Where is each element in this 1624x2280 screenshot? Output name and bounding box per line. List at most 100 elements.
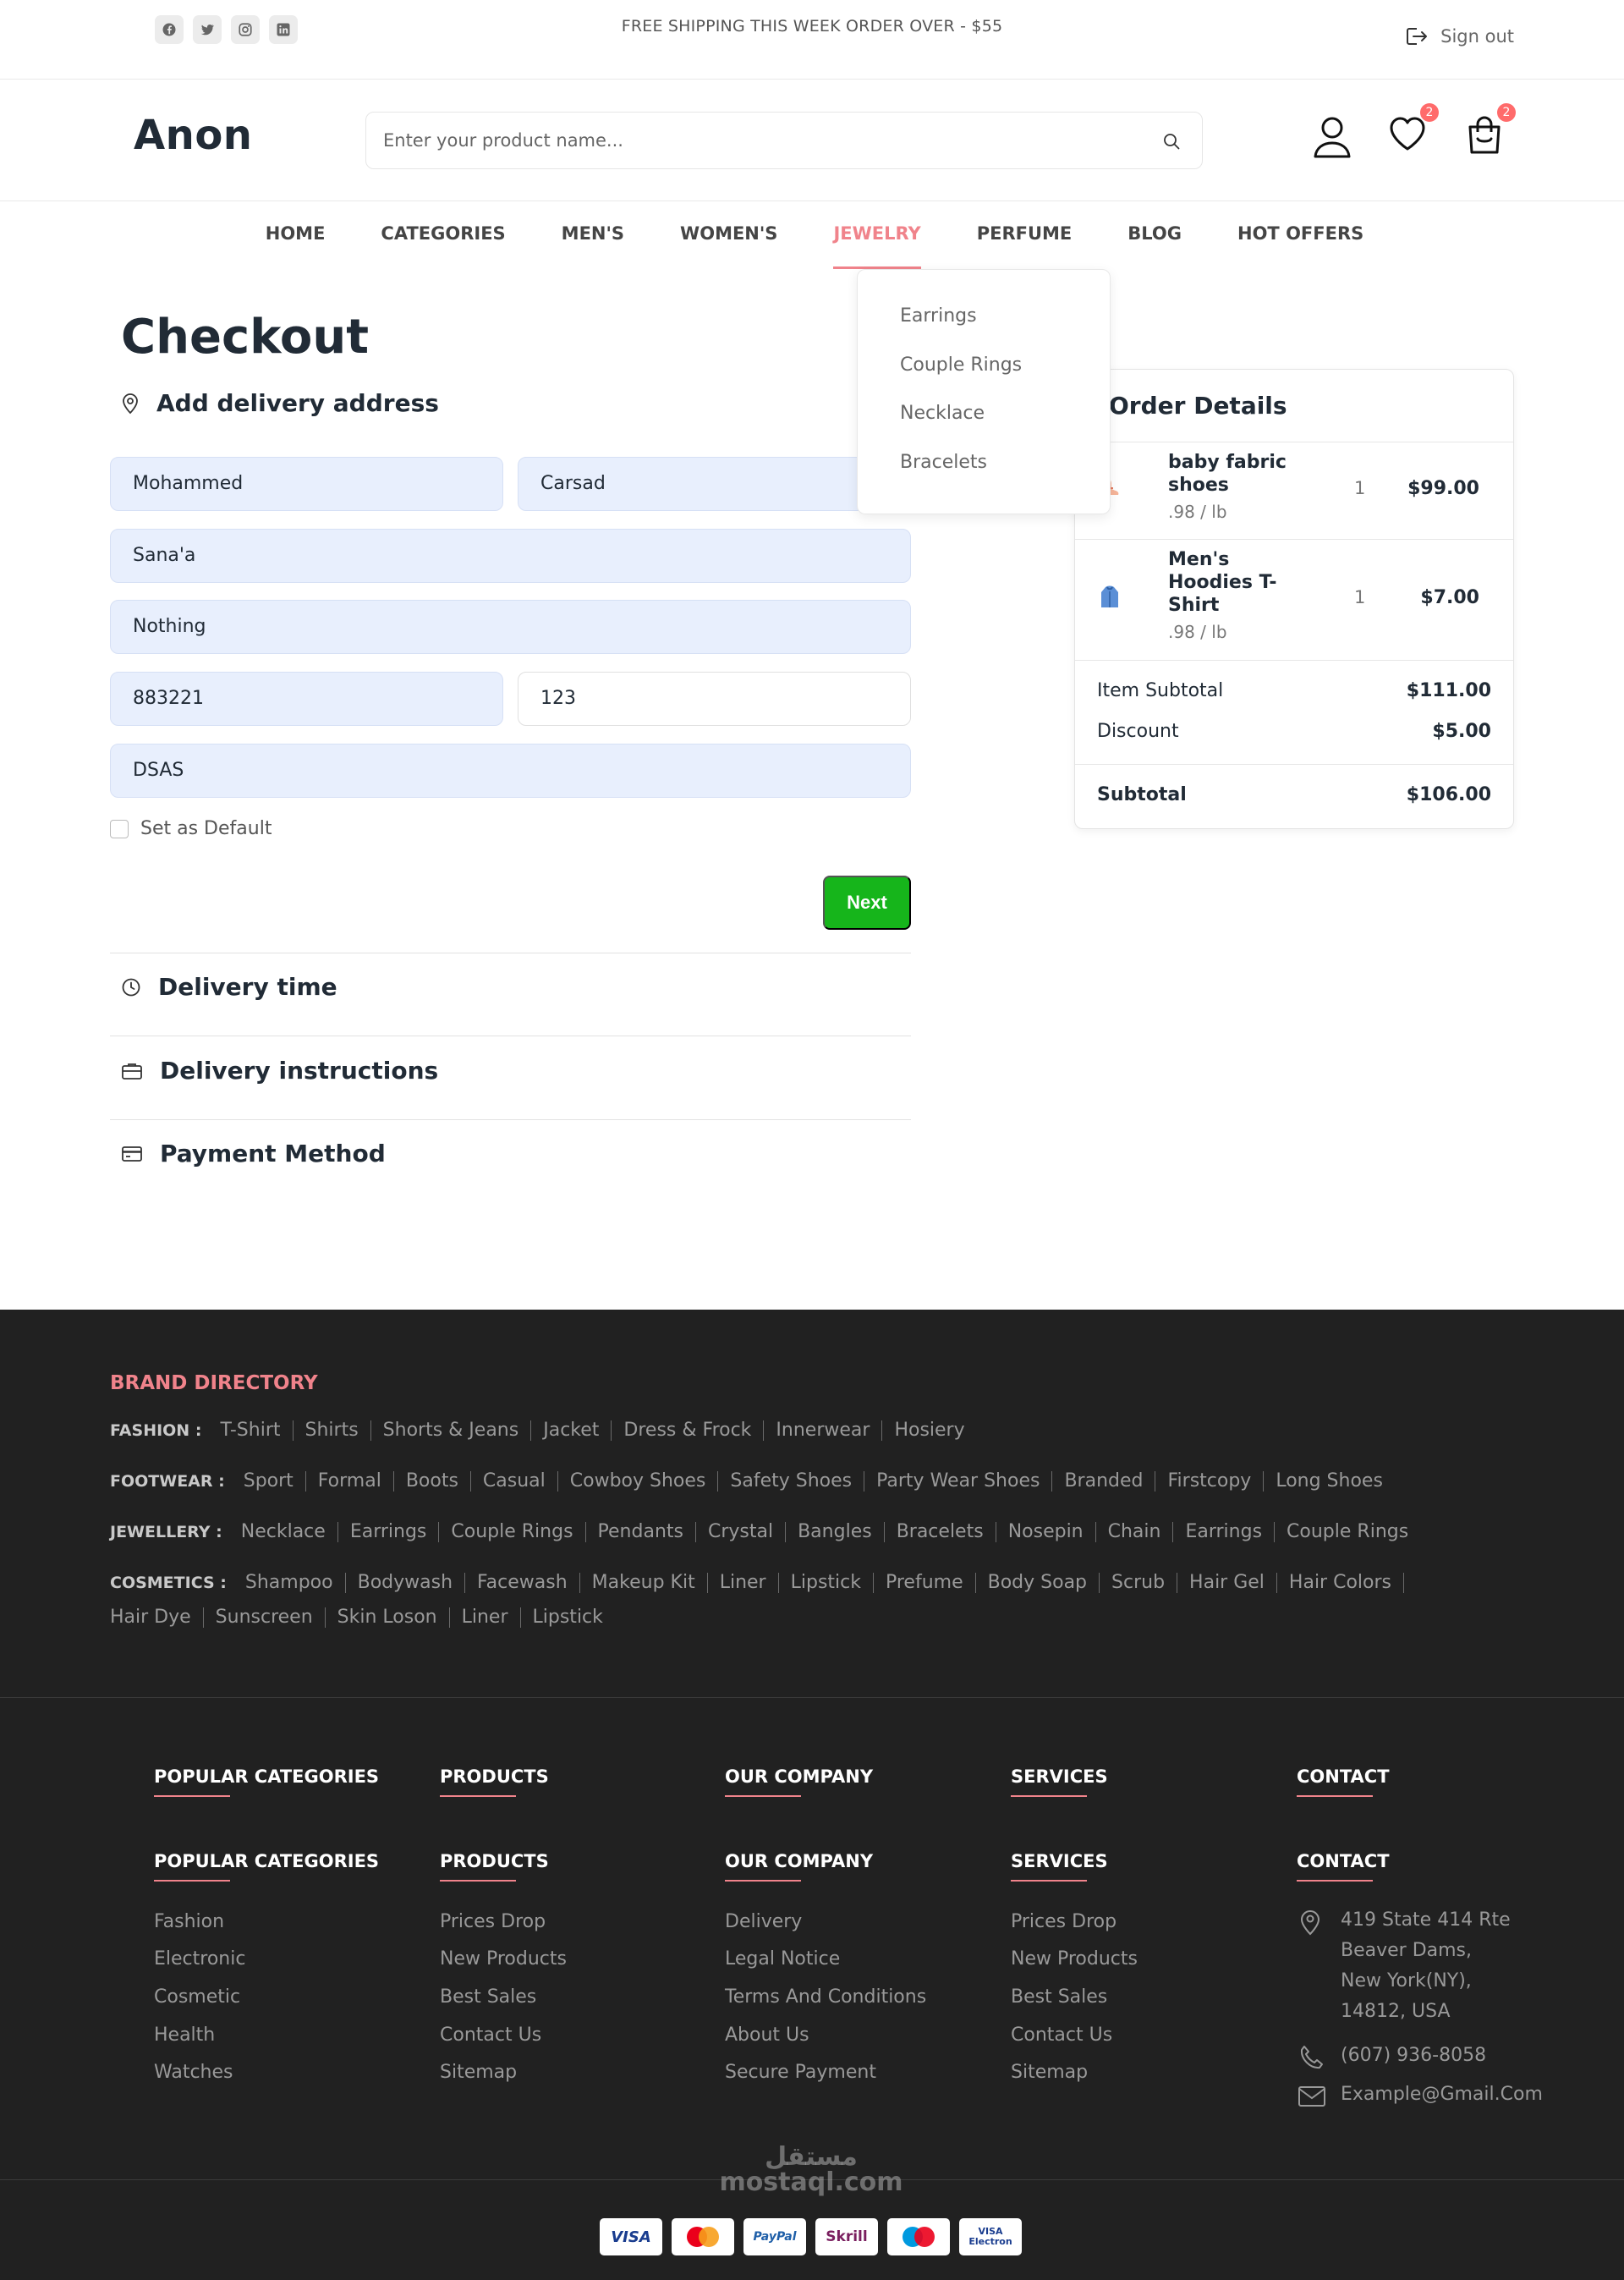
cart-button[interactable]: 2 (1465, 103, 1516, 156)
footer-link[interactable]: Prices Drop (1011, 1911, 1116, 1932)
footer-link[interactable]: New Products (440, 1948, 567, 1970)
city-field[interactable]: Sana'a (110, 529, 911, 583)
brand-link[interactable]: T-Shirt (220, 1420, 294, 1441)
brand-link[interactable]: Scrub (1100, 1573, 1178, 1593)
footer-link[interactable]: Watches (154, 2062, 233, 2083)
additional-info-field[interactable]: DSAS (110, 744, 911, 798)
brand-link[interactable]: Safety Shoes (718, 1471, 865, 1492)
brand-link[interactable]: Nosepin (996, 1522, 1096, 1542)
footer-link[interactable]: Prices Drop (440, 1911, 546, 1932)
item-price: $7.00 (1420, 587, 1479, 608)
brand-link[interactable]: Pendants (586, 1522, 696, 1542)
brand-link[interactable]: Hair Dye (110, 1607, 204, 1628)
contact-email[interactable]: Example@Gmail.Com (1341, 2079, 1543, 2110)
payment-method-section[interactable]: Payment Method (121, 1140, 386, 1167)
footer-link[interactable]: Best Sales (1011, 1986, 1107, 2008)
brand-link[interactable]: Party Wear Shoes (864, 1471, 1053, 1492)
set-default-row[interactable]: Set as Default (110, 818, 272, 839)
search-input[interactable] (383, 113, 1144, 168)
footer-link[interactable]: New Products (1011, 1948, 1138, 1970)
brand-link[interactable]: Hair Colors (1277, 1573, 1404, 1593)
brand-link[interactable]: Facewash (465, 1573, 580, 1593)
address-field[interactable]: Nothing (110, 600, 911, 654)
last-name-field[interactable]: Carsad (518, 457, 911, 511)
footer-link[interactable]: Secure Payment (725, 2062, 876, 2083)
zip-code-field[interactable]: 883221 (110, 672, 503, 726)
building-number-field[interactable]: 123 (518, 672, 911, 726)
brand-link[interactable]: Lipstick (521, 1607, 615, 1628)
page-title: Checkout (121, 310, 369, 365)
brand-link[interactable]: Shorts & Jeans (371, 1420, 532, 1441)
first-name-field[interactable]: Mohammed (110, 457, 503, 511)
footer-link[interactable]: Best Sales (440, 1986, 536, 2008)
brand-link[interactable]: Chain (1096, 1522, 1174, 1542)
footer-link[interactable]: Delivery (725, 1911, 802, 1932)
brand-link[interactable]: Casual (471, 1471, 558, 1492)
brand-link[interactable]: Liner (450, 1607, 521, 1628)
brand-link[interactable]: Jacket (531, 1420, 612, 1441)
nav-home[interactable]: HOME (266, 201, 326, 269)
wishlist-button[interactable]: 2 (1388, 103, 1439, 152)
set-default-checkbox[interactable] (110, 819, 129, 838)
brand-link[interactable]: Shirts (294, 1420, 371, 1441)
brand-link[interactable]: Hair Gel (1177, 1573, 1277, 1593)
delivery-instructions-section[interactable]: Delivery instructions (121, 1057, 438, 1085)
footer-link[interactable]: Fashion (154, 1911, 224, 1932)
footer-link[interactable]: Health (154, 2025, 215, 2046)
nav-blog[interactable]: BLOG (1127, 201, 1182, 269)
nav-jewelry[interactable]: JEWELRY (833, 201, 922, 269)
brand-link[interactable]: Formal (306, 1471, 394, 1492)
brand-link[interactable]: Firstcopy (1155, 1471, 1265, 1492)
brand-link[interactable]: Couple Rings (1275, 1522, 1420, 1542)
brand-link[interactable]: Earrings (1173, 1522, 1276, 1542)
nav-categories[interactable]: CATEGORIES (381, 201, 505, 269)
contact-phone[interactable]: (607) 936-8058 (1341, 2041, 1486, 2071)
brand-link[interactable]: Liner (708, 1573, 779, 1593)
brand-link[interactable]: Couple Rings (439, 1522, 586, 1542)
brand-link[interactable]: Boots (394, 1471, 471, 1492)
next-button[interactable]: Next (823, 876, 911, 930)
brand-link[interactable]: Innerwear (764, 1420, 883, 1441)
brand-link[interactable]: Necklace (241, 1522, 338, 1542)
brand-link[interactable]: Bangles (786, 1522, 885, 1542)
brand-link[interactable]: Shampoo (245, 1573, 346, 1593)
brand-link[interactable]: Bodywash (346, 1573, 466, 1593)
footer-link[interactable]: Sitemap (440, 2062, 517, 2083)
nav-womens[interactable]: WOMEN'S (680, 201, 777, 269)
brand-link[interactable]: Skin Loson (326, 1607, 450, 1628)
search-icon[interactable] (1161, 131, 1182, 151)
dropdown-item-earrings[interactable]: Earrings (900, 305, 977, 327)
footer-link[interactable]: Sitemap (1011, 2062, 1088, 2083)
footer-link[interactable]: About Us (725, 2025, 809, 2046)
brand-link[interactable]: Bracelets (885, 1522, 996, 1542)
nav-mens[interactable]: MEN'S (562, 201, 624, 269)
footer-link[interactable]: Terms And Conditions (725, 1986, 926, 2008)
brand-link[interactable]: Body Soap (976, 1573, 1100, 1593)
brand-link[interactable]: Earrings (338, 1522, 440, 1542)
brand-link[interactable]: Prefume (874, 1573, 976, 1593)
brand-link[interactable]: Lipstick (779, 1573, 874, 1593)
sign-out-link[interactable]: Sign out (1405, 25, 1514, 47)
footer-link[interactable]: Legal Notice (725, 1948, 840, 1970)
dropdown-item-couple-rings[interactable]: Couple Rings (900, 354, 1022, 376)
footer-link[interactable]: Contact Us (1011, 2025, 1112, 2046)
brand-link[interactable]: Crystal (696, 1522, 787, 1542)
dropdown-item-bracelets[interactable]: Bracelets (900, 452, 987, 473)
nav-hot-offers[interactable]: HOT OFFERS (1237, 201, 1363, 269)
brand-link[interactable]: Cowboy Shoes (558, 1471, 719, 1492)
footer-link[interactable]: Cosmetic (154, 1986, 240, 2008)
nav-perfume[interactable]: PERFUME (977, 201, 1073, 269)
delivery-time-section[interactable]: Delivery time (121, 973, 337, 1001)
user-icon[interactable] (1311, 115, 1353, 159)
brand-link[interactable]: Hosiery (882, 1420, 976, 1441)
footer-link[interactable]: Contact Us (440, 2025, 541, 2046)
brand-link[interactable]: Long Shoes (1264, 1471, 1395, 1492)
brand-link[interactable]: Dress & Frock (612, 1420, 765, 1441)
site-logo[interactable]: Anon (134, 112, 252, 159)
brand-link[interactable]: Makeup Kit (580, 1573, 708, 1593)
dropdown-item-necklace[interactable]: Necklace (900, 403, 985, 424)
brand-link[interactable]: Sport (244, 1471, 306, 1492)
brand-link[interactable]: Sunscreen (204, 1607, 326, 1628)
footer-link[interactable]: Electronic (154, 1948, 245, 1970)
brand-link[interactable]: Branded (1052, 1471, 1156, 1492)
